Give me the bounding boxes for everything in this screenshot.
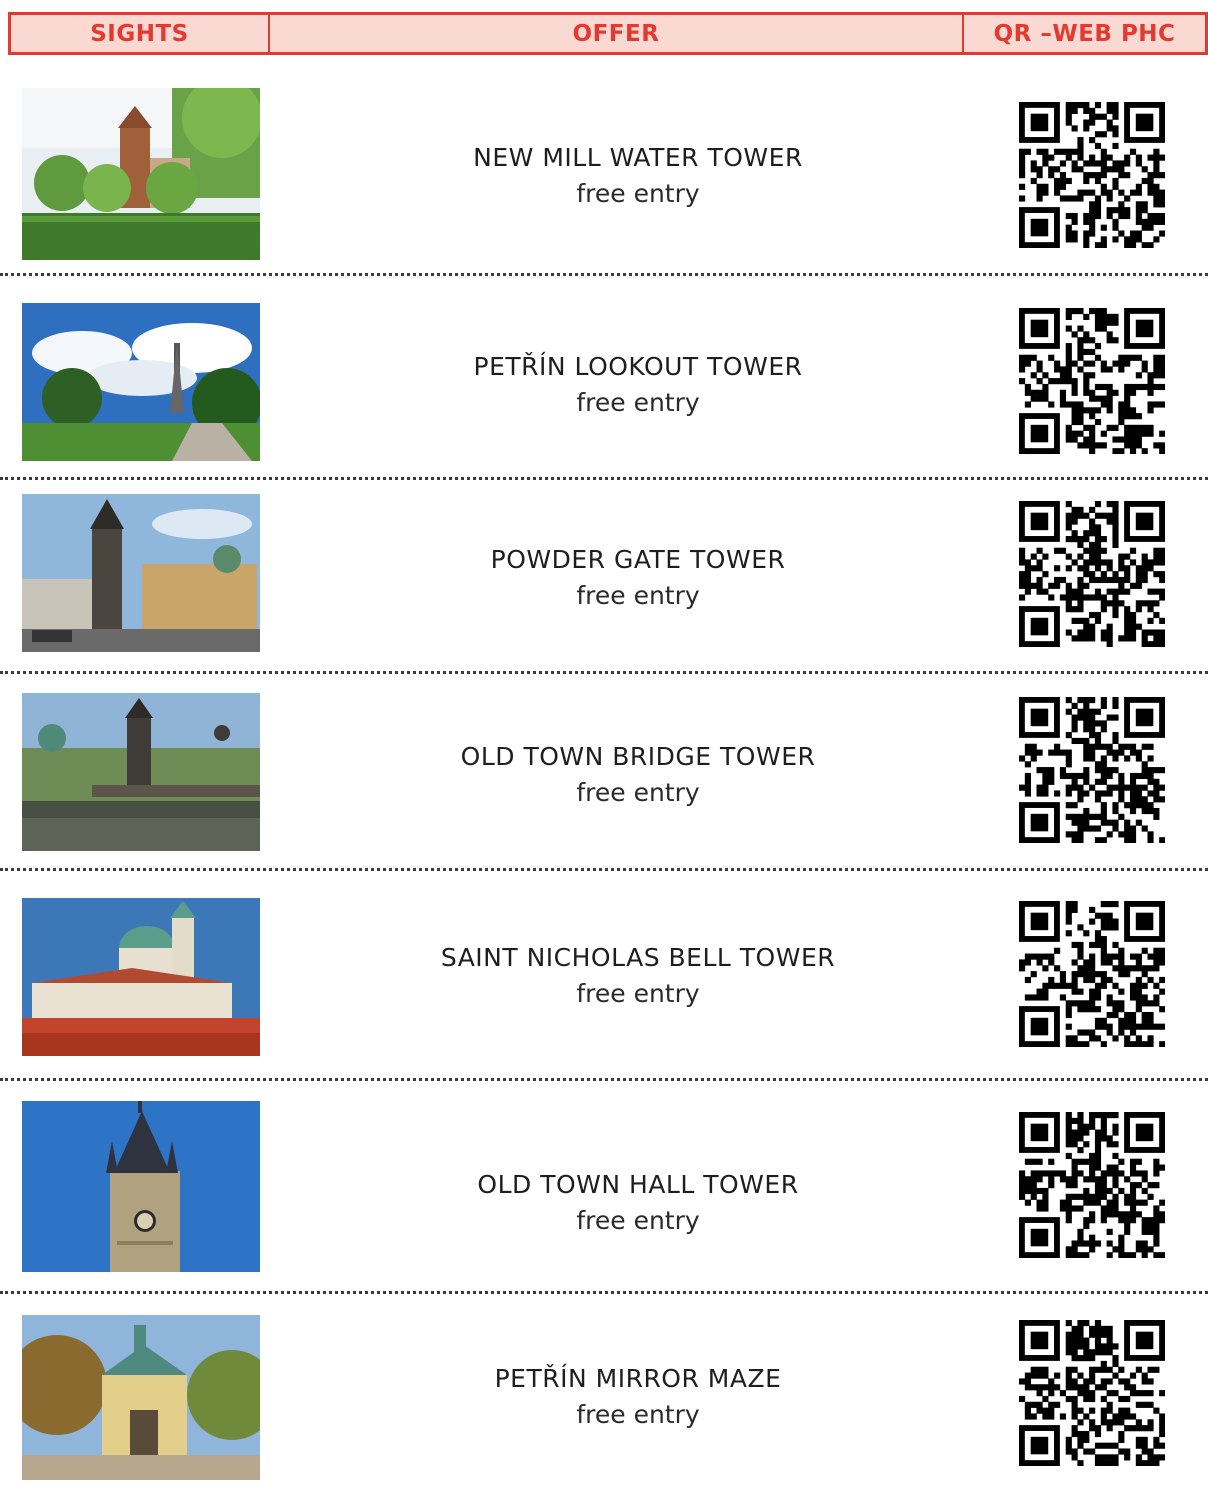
- header-sights: SIGHTS: [11, 15, 270, 52]
- row-divider: [0, 477, 1208, 480]
- offer-text: free entry: [576, 979, 700, 1008]
- petrin-lookout-tower-photo: [22, 303, 260, 461]
- qr-code[interactable]: [1019, 1320, 1165, 1466]
- offer-text: free entry: [576, 1206, 700, 1235]
- offer-text: free entry: [576, 581, 700, 610]
- saint-nicholas-bell-tower-photo: [22, 898, 260, 1056]
- qr-code[interactable]: [1019, 102, 1165, 248]
- qr-code[interactable]: [1019, 501, 1165, 647]
- sight-title: PETŘÍN MIRROR MAZE: [494, 1364, 782, 1393]
- offer-text: free entry: [576, 179, 700, 208]
- powder-gate-tower-photo: [22, 494, 260, 652]
- qr-code[interactable]: [1019, 901, 1165, 1047]
- petrin-mirror-maze-photo: [22, 1315, 260, 1480]
- row-divider: [0, 671, 1208, 674]
- header-offer: OFFER: [270, 15, 964, 52]
- row-divider: [0, 1078, 1208, 1081]
- header-qr: QR –WEB PHC: [993, 20, 1176, 47]
- sight-title: PETŘÍN LOOKOUT TOWER: [473, 352, 803, 381]
- qr-code[interactable]: [1019, 1112, 1165, 1258]
- sight-title: NEW MILL WATER TOWER: [473, 143, 803, 172]
- sight-title: SAINT NICHOLAS BELL TOWER: [440, 943, 836, 972]
- row-divider: [0, 273, 1208, 276]
- offer-text: free entry: [576, 778, 700, 807]
- new-mill-water-tower-photo: [22, 88, 260, 260]
- table-header: SIGHTS OFFER QR –WEB PHC: [8, 12, 1208, 55]
- old-town-bridge-tower-photo: [22, 693, 260, 851]
- old-town-hall-tower-photo: [22, 1101, 260, 1272]
- offer-text: free entry: [576, 388, 700, 417]
- offer-text: free entry: [576, 1400, 700, 1429]
- qr-code[interactable]: [1019, 697, 1165, 843]
- sight-title: POWDER GATE TOWER: [490, 545, 786, 574]
- qr-code[interactable]: [1019, 308, 1165, 454]
- sight-title: OLD TOWN BRIDGE TOWER: [460, 742, 816, 771]
- row-divider: [0, 868, 1208, 871]
- sight-title: OLD TOWN HALL TOWER: [477, 1170, 799, 1199]
- row-divider: [0, 1291, 1208, 1294]
